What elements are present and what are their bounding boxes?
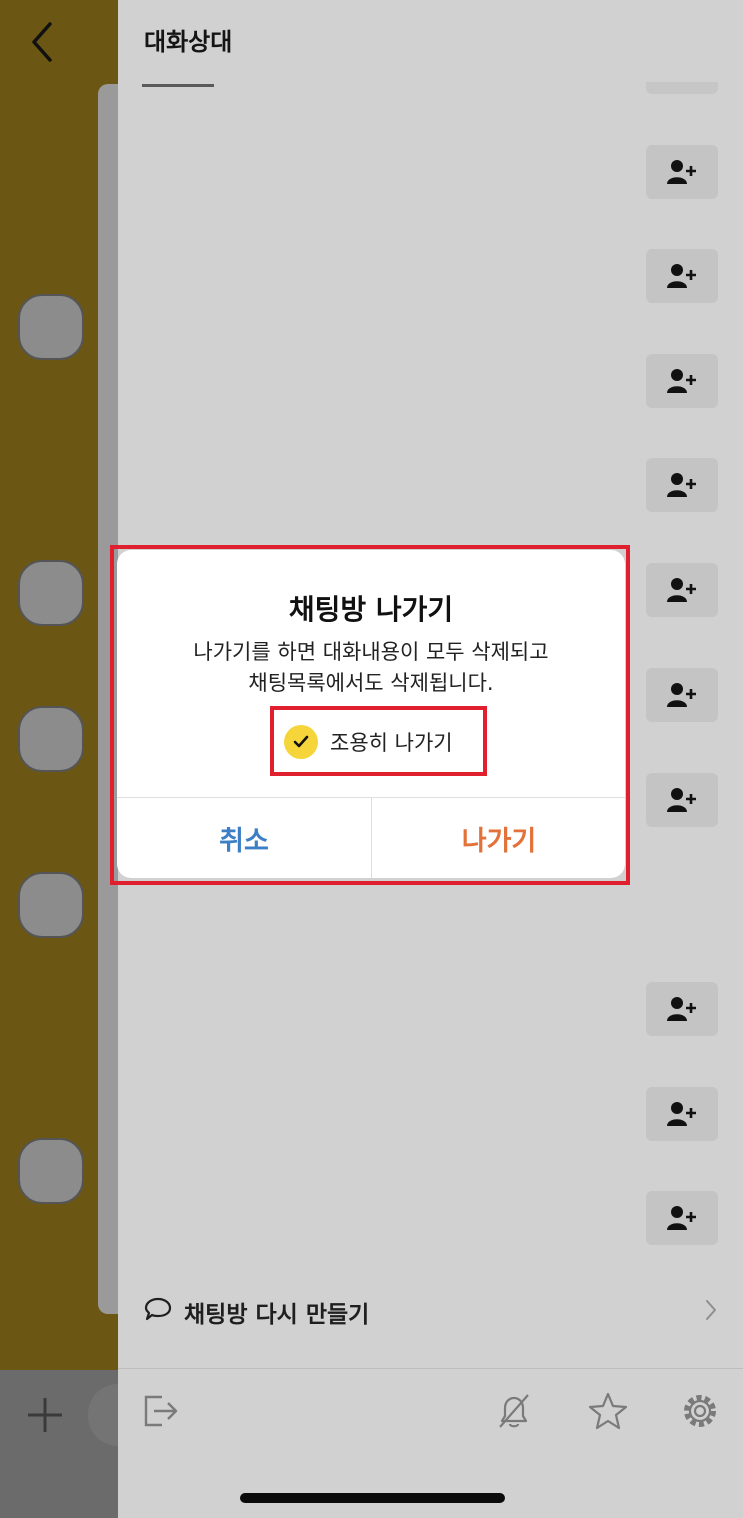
home-indicator[interactable] — [240, 1493, 505, 1503]
cancel-button[interactable]: 취소 — [117, 798, 371, 878]
quiet-leave-highlight — [270, 706, 487, 776]
person-add-icon — [667, 788, 696, 812]
avatar — [18, 706, 84, 772]
speech-bubble-icon — [144, 1297, 172, 1321]
dialog-message-line: 나가기를 하면 대화내용이 모두 삭제되고 — [193, 640, 549, 664]
person-add-icon — [667, 369, 696, 393]
chat-input-bar — [0, 1370, 118, 1518]
avatar — [18, 1138, 84, 1204]
divider — [142, 84, 214, 87]
person-add-icon — [667, 997, 696, 1021]
person-add-icon — [667, 683, 696, 707]
person-add-icon — [667, 264, 696, 288]
person-add-icon — [667, 1102, 696, 1126]
chevron-right-icon — [706, 1300, 716, 1320]
plus-icon — [28, 1398, 62, 1432]
message-input[interactable] — [88, 1384, 118, 1446]
plus-button[interactable] — [22, 1392, 68, 1438]
person-add-icon — [667, 578, 696, 602]
bell-off-icon[interactable] — [494, 1391, 534, 1431]
add-friend-button[interactable] — [646, 1191, 718, 1245]
add-friend-button[interactable] — [646, 458, 718, 512]
dialog-message: 나가기를 하면 대화내용이 모두 삭제되고 채팅목록에서도 삭제됩니다. — [137, 637, 605, 699]
add-friend-button[interactable] — [646, 249, 718, 303]
add-friend-button[interactable] — [646, 354, 718, 408]
avatar — [18, 872, 84, 938]
leave-button[interactable]: 나가기 — [372, 798, 625, 878]
chevron-left-icon — [32, 22, 52, 62]
add-friend-button[interactable] — [646, 145, 718, 199]
add-friend-button-partial[interactable] — [646, 82, 718, 94]
avatar — [18, 560, 84, 626]
remake-chat-row[interactable]: 채팅방 다시 만들기 — [118, 1280, 743, 1340]
remake-chat-label: 채팅방 다시 만들기 — [184, 1302, 370, 1328]
add-friend-button[interactable] — [646, 668, 718, 722]
drawer-title: 대화상대 — [144, 28, 233, 56]
avatar — [18, 294, 84, 360]
add-friend-button[interactable] — [646, 563, 718, 617]
dialog-message-line: 채팅목록에서도 삭제됩니다. — [248, 671, 494, 695]
back-button[interactable] — [26, 20, 60, 64]
dialog-title: 채팅방 나가기 — [288, 593, 454, 626]
add-friend-button[interactable] — [646, 982, 718, 1036]
person-add-icon — [667, 160, 696, 184]
add-friend-button[interactable] — [646, 1087, 718, 1141]
chat-background — [0, 0, 118, 1518]
add-friend-button[interactable] — [646, 773, 718, 827]
gear-icon[interactable] — [680, 1391, 720, 1431]
exit-icon[interactable] — [140, 1391, 180, 1431]
person-add-icon — [667, 473, 696, 497]
star-icon[interactable] — [588, 1391, 628, 1431]
person-add-icon — [667, 1206, 696, 1230]
